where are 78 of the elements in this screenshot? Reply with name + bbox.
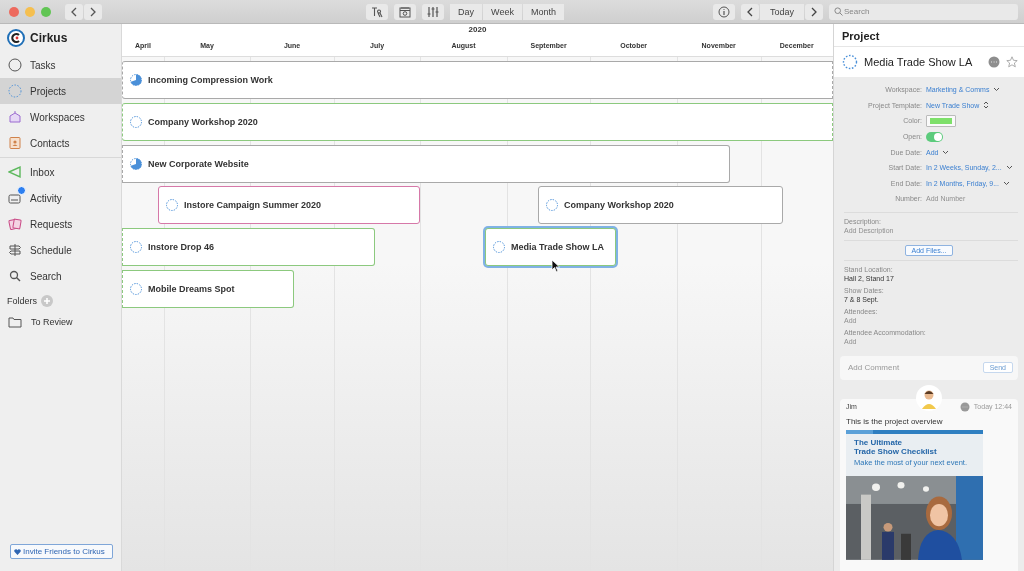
today-button[interactable]: Today [759,3,804,20]
project-name: Incoming Compression Work [148,75,273,85]
search-icon [8,269,22,283]
search-field[interactable]: Search [829,3,1018,20]
star-icon[interactable] [1006,56,1018,68]
sliders-icon[interactable] [422,3,445,20]
view-mode-tab[interactable]: Week [483,3,522,20]
project-name: Company Workshop 2020 [564,200,674,211]
folder-icon [8,316,22,328]
address-book-icon [8,136,22,150]
project-name: Media Trade Show LA [511,242,604,253]
color-well[interactable] [926,115,956,127]
project-bar[interactable]: Media Trade Show LA [485,228,616,267]
sidebar-item[interactable]: Projects [0,78,121,104]
dotted-circle-icon [842,54,858,70]
sidebar-item[interactable]: Workspaces [0,104,121,130]
more-icon[interactable] [959,401,970,412]
close-window-button[interactable] [9,6,19,17]
forward-button[interactable] [84,3,102,20]
project-bar[interactable]: New Corporate Website [122,144,730,183]
circle-icon [8,58,22,72]
triangle-icon [8,165,22,179]
app-logo-icon [7,29,25,47]
project-bar[interactable]: Instore Drop 46 [122,228,375,267]
chevron-down-icon [1003,180,1010,186]
year-label: 2020 [122,24,833,38]
chevron-left-icon [745,6,754,17]
attachment-title: The Ultimate Trade Show Checklist [854,437,938,457]
chevron-right-icon [89,6,97,17]
sidebar-item[interactable]: Contacts [0,130,121,156]
heart-icon [14,548,21,555]
calendar-icon[interactable] [394,3,417,20]
more-icon[interactable] [988,56,1000,68]
panel-title: Project [834,24,1024,46]
building-icon [8,110,22,124]
previous-button[interactable] [740,3,759,20]
project-bar[interactable]: Mobile Dreams Spot [122,270,294,308]
project-name: Instore Campaign Summer 2020 [184,200,322,211]
project-bar[interactable]: Company Workshop 2020 [122,102,833,141]
chevron-down-icon [942,149,950,155]
invite-button[interactable]: Invite Friends to Cirkus [10,544,113,559]
project-name: Company Workshop 2020 [148,116,258,127]
view-mode-tab[interactable]: Day [450,3,483,20]
toggle-switch[interactable] [926,131,943,142]
sidebar-item[interactable]: Activity [0,185,121,211]
chevron-down-icon [1005,165,1013,171]
folder-item[interactable]: To Review [0,311,121,333]
folders-heading: Folders [7,296,37,306]
mouse-pointer-icon [551,259,561,274]
dotted-circle-icon [8,84,22,98]
project-bar[interactable]: Incoming Compression Work [122,61,833,99]
cards-icon [8,217,22,231]
project-title: Media Trade Show LA [864,56,974,68]
app-name: Cirkus [30,31,68,45]
chevron-down-icon [993,87,1001,93]
back-button[interactable] [65,3,83,20]
chevron-right-icon [810,6,818,17]
next-button[interactable] [805,3,823,20]
sidebar-item[interactable]: Schedule [0,237,121,263]
activity-icon [8,191,22,205]
add-folder-icon[interactable] [41,295,53,307]
project-bar[interactable]: Instore Campaign Summer 2020 [158,186,420,225]
notification-dot [17,186,26,195]
comment-text: This is the project overview [846,416,944,426]
project-name: New Corporate Website [148,158,249,169]
view-mode-tab[interactable]: Month [522,3,564,20]
signpost-icon [8,243,22,257]
chevron-left-icon [70,6,78,17]
sidebar-item[interactable]: Inbox [0,159,121,185]
sidebar-item[interactable]: Tasks [0,52,121,78]
info-icon[interactable] [712,3,735,20]
search-icon [834,7,843,16]
project-name: Instore Drop 46 [148,242,214,253]
project-bar[interactable]: Company Workshop 2020 [538,186,783,225]
sidebar-item[interactable]: Requests [0,211,121,237]
sidebar-item[interactable]: Search [0,263,121,289]
project-name: Mobile Dreams Spot [148,284,235,294]
up-down-chevron-icon [983,101,990,110]
